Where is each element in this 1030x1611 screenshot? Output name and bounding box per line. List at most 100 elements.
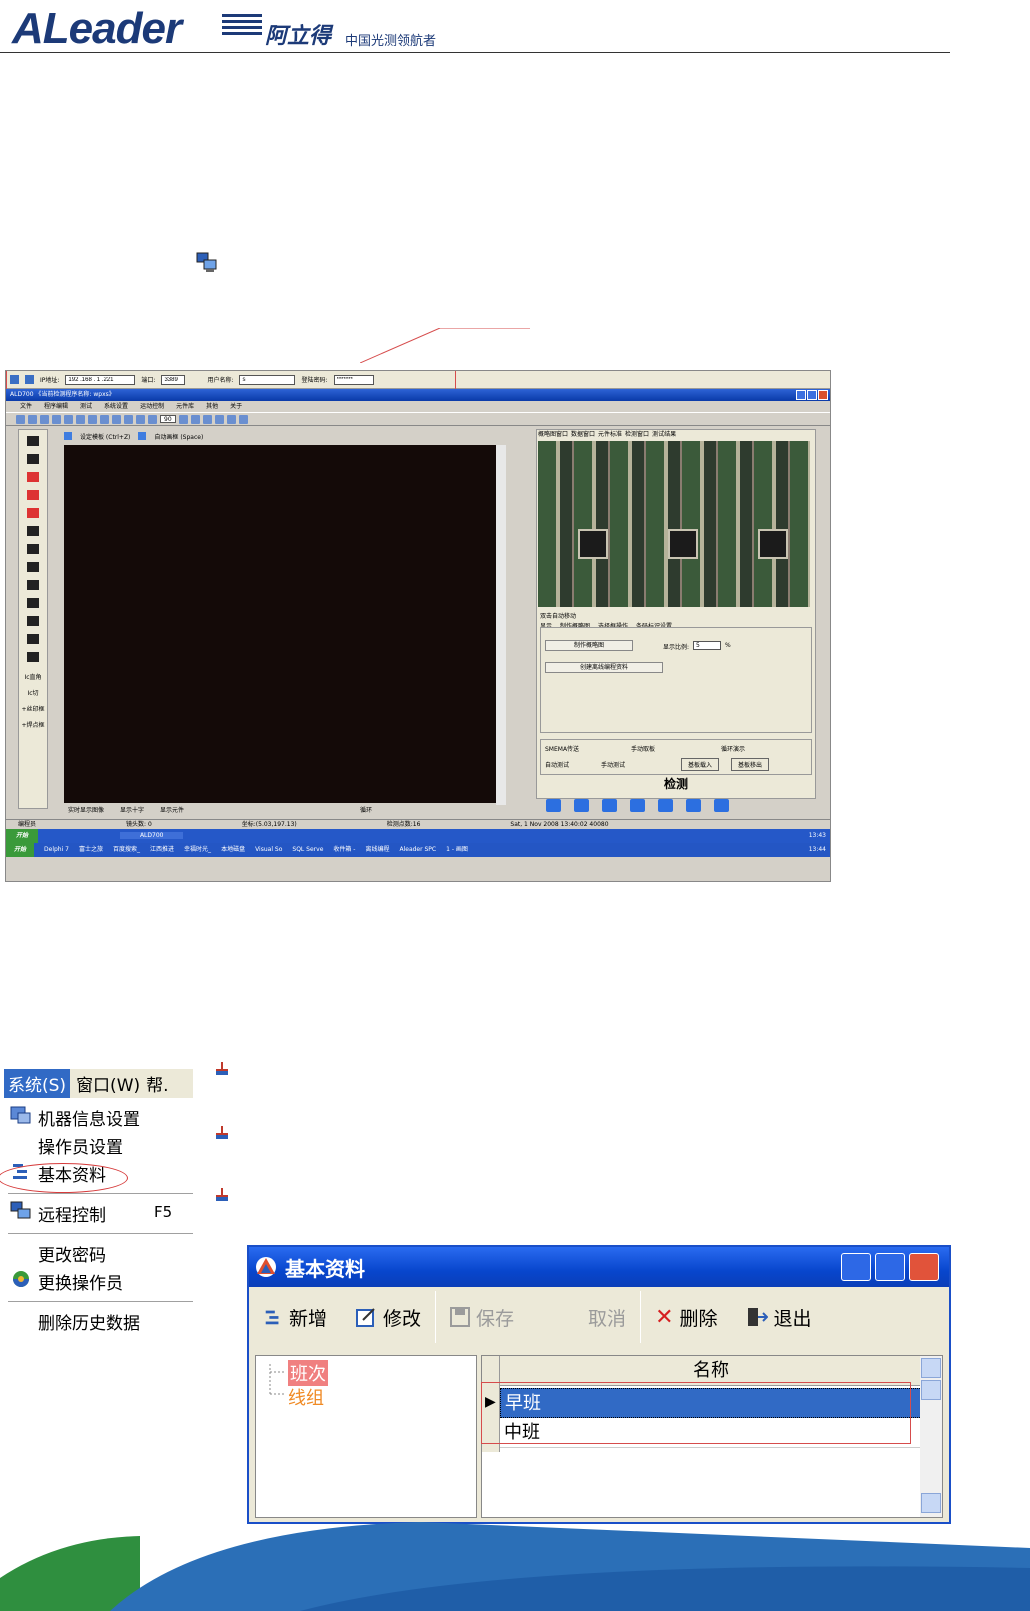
delete-button[interactable]: ✕ 删除 (641, 1304, 731, 1331)
brush-icon[interactable] (136, 415, 145, 424)
new-icon[interactable] (16, 415, 25, 424)
tab-overview[interactable]: 概略图窗口 (538, 429, 568, 440)
menu-window[interactable]: 窗口(W) (70, 1071, 146, 1096)
menu-item-machine-info[interactable]: 机器信息设置 (38, 1105, 140, 1130)
mode-smema[interactable]: SMEMA传送 (545, 744, 579, 753)
realtime-checkbox[interactable]: 实时显示图像 (68, 805, 104, 814)
task-offline[interactable]: 离线编程 (365, 843, 389, 857)
silkscreen-box[interactable]: +丝印框 (19, 702, 47, 718)
task-inbox[interactable]: 收件箱 - (333, 843, 355, 857)
step-icon[interactable] (574, 799, 589, 812)
tab-component-std[interactable]: 元件标准 (598, 429, 622, 440)
add-button[interactable]: 新增 (249, 1304, 341, 1331)
menu-about[interactable]: 关于 (230, 401, 242, 412)
menu-item-change-password[interactable]: 更改密码 (38, 1241, 106, 1266)
viewport-vscroll[interactable] (496, 445, 506, 805)
menu-item-operator[interactable]: 操作员设置 (38, 1133, 123, 1158)
zoom-select[interactable]: 90 (160, 415, 176, 423)
chip-tool-6-icon[interactable] (27, 616, 39, 626)
mode-loop-demo[interactable]: 循环演示 (721, 744, 745, 753)
menu-other[interactable]: 其他 (206, 401, 218, 412)
dialog-maximize-button[interactable] (875, 1253, 905, 1281)
save-icon[interactable] (40, 415, 49, 424)
menu-item-delete-history[interactable]: 删除历史数据 (38, 1309, 140, 1334)
print-icon[interactable] (52, 415, 61, 424)
rect-tool-3-icon[interactable] (27, 508, 39, 518)
settings-icon[interactable] (64, 415, 73, 424)
mode-manual-test[interactable]: 手动测试 (601, 760, 625, 769)
menu-file[interactable]: 文件 (20, 401, 32, 412)
task-aleader-spc[interactable]: Aleader SPC (399, 843, 436, 857)
minimize-button[interactable] (796, 390, 806, 400)
menu-test[interactable]: 测试 (80, 401, 92, 412)
flip-icon[interactable] (202, 415, 212, 424)
template-icon[interactable] (64, 432, 72, 440)
exit-button[interactable]: 退出 (732, 1304, 826, 1331)
record-icon[interactable] (124, 415, 133, 424)
help-icon[interactable] (238, 415, 248, 424)
mode-auto-test[interactable]: 自动测试 (545, 760, 569, 769)
tab-data[interactable]: 数据窗口 (571, 429, 595, 440)
task-sql-server[interactable]: SQL Serve (292, 843, 323, 857)
signal-icon[interactable] (686, 799, 701, 812)
stop-icon[interactable] (630, 799, 645, 812)
scale-input[interactable]: 5 (693, 641, 721, 650)
task-delphi[interactable]: Delphi 7 (44, 843, 69, 857)
rect-tool-icon[interactable] (27, 472, 39, 482)
dialog-minimize-button[interactable] (841, 1253, 871, 1281)
camera-viewport[interactable] (64, 445, 504, 803)
create-offline-button[interactable]: 创建离线编程资料 (545, 662, 663, 673)
start-button[interactable]: 开始 (6, 829, 39, 843)
chip-tool-7-icon[interactable] (27, 634, 39, 644)
select-tool-icon[interactable] (27, 436, 39, 446)
zoom-in-icon[interactable] (88, 415, 97, 424)
menu-component-library[interactable]: 元件库 (176, 401, 194, 412)
local-start-button[interactable]: 开始 (6, 843, 35, 857)
auto-move-checkbox[interactable]: 双击自动移动 (540, 611, 576, 620)
pause-icon[interactable] (602, 799, 617, 812)
eject-icon[interactable] (658, 799, 673, 812)
pointer-icon[interactable] (76, 415, 85, 424)
chip-tool-2-icon[interactable] (27, 544, 39, 554)
loop-checkbox[interactable]: 循环 (360, 805, 372, 814)
wrench-icon[interactable] (714, 799, 729, 812)
hand-tool-icon[interactable] (27, 454, 39, 464)
task-jiangxi[interactable]: 江西推进 (150, 843, 174, 857)
maximize-button[interactable] (807, 390, 817, 400)
task-fuji[interactable]: 富士之旅 (79, 843, 103, 857)
ic-right-angle[interactable]: Ic直角 (19, 670, 47, 686)
task-visual-studio[interactable]: Visual So (255, 843, 282, 857)
menu-help[interactable]: 帮. (146, 1071, 168, 1096)
chip-tool-icon[interactable] (27, 526, 39, 536)
zoom-out-icon[interactable] (100, 415, 109, 424)
mode-manual-take[interactable]: 手动取板 (631, 744, 655, 753)
play-icon[interactable] (546, 799, 561, 812)
menu-program-edit[interactable]: 程序编辑 (44, 401, 68, 412)
task-paint[interactable]: 1 - 画图 (446, 843, 468, 857)
menu-system[interactable]: 系统(S) (4, 1069, 71, 1098)
solder-box[interactable]: +焊点框 (19, 718, 47, 734)
cancel-button[interactable]: 取消 (528, 1304, 640, 1331)
board-out-button[interactable]: 基板移出 (731, 758, 770, 771)
menu-system-settings[interactable]: 系统设置 (104, 401, 128, 412)
template-label[interactable]: 设定模板 (Ctrl+Z) (80, 432, 130, 441)
scroll-down-icon[interactable] (921, 1493, 941, 1513)
chip-tool-8-icon[interactable] (27, 652, 39, 662)
menu-item-switch-operator[interactable]: 更换操作员 (38, 1269, 123, 1294)
make-overview-button[interactable]: 制作概略图 (545, 640, 633, 651)
auto-frame-label[interactable]: 自动画框 (Space) (154, 432, 203, 441)
save-button[interactable]: 保存 (436, 1304, 528, 1331)
tree-item-line-group[interactable]: 线组 (288, 1384, 324, 1410)
rotate-right-icon[interactable] (190, 415, 200, 424)
tab-test-result[interactable]: 测试结果 (652, 429, 676, 440)
refresh-icon[interactable] (148, 415, 157, 424)
scroll-thumb[interactable] (921, 1380, 941, 1400)
task-local-disk[interactable]: 本地磁盘 (221, 843, 245, 857)
ic-cut[interactable]: Ic切 (19, 686, 47, 702)
tab-detect-window[interactable]: 检测窗口 (625, 429, 649, 440)
menu-item-remote-control[interactable]: 远程控制 (38, 1201, 106, 1226)
crosshair-checkbox[interactable]: 显示十字 (120, 805, 144, 814)
rotate-left-icon[interactable] (178, 415, 188, 424)
close-button[interactable] (818, 390, 828, 400)
auto-frame-icon[interactable] (138, 432, 147, 440)
